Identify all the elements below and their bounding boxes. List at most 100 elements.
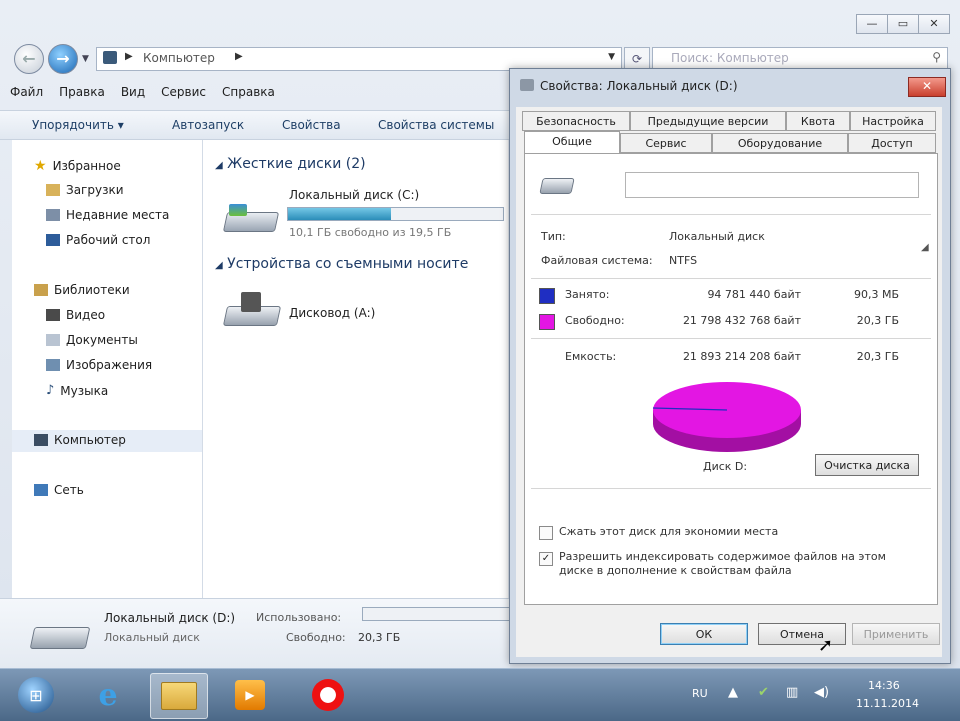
dialog-close-button[interactable]: ✕ (908, 77, 946, 97)
properties-button[interactable]: Свойства (282, 118, 341, 132)
apply-button[interactable]: Применить (852, 623, 940, 645)
maximize-button[interactable]: ▭ (888, 14, 919, 34)
history-dropdown-icon[interactable]: ▼ (82, 54, 89, 64)
compress-checkbox[interactable] (539, 526, 553, 540)
nav-network-label: Сеть (54, 483, 84, 497)
address-dropdown-icon[interactable]: ▼ (608, 52, 615, 62)
capacity-label: Емкость: (565, 350, 617, 363)
network-icon (34, 484, 48, 496)
separator (531, 214, 931, 215)
nav-images-label: Изображения (66, 358, 153, 372)
disk-cleanup-button[interactable]: Очистка диска (815, 454, 919, 476)
media-player-icon: ▶ (235, 680, 265, 710)
language-indicator[interactable]: RU (692, 687, 708, 700)
autoplay-button[interactable]: Автозапуск (172, 118, 244, 132)
drive-small-icon (520, 79, 534, 91)
nav-computer[interactable]: Компьютер (34, 433, 126, 447)
used-size: 90,3 МБ (853, 288, 899, 301)
capacity-bytes: 21 893 214 208 байт (682, 350, 801, 363)
index-label[interactable]: Разрешить индексировать содержимое файло… (559, 550, 919, 578)
group-removable-header[interactable]: ◢ Устройства со съемными носите (215, 256, 468, 272)
update-icon[interactable]: ✔ (758, 685, 769, 700)
system-tray: RU ▲ ✔ ▥ ◀) 14:36 11.11.2014 (692, 669, 952, 721)
group-hdd-label: Жесткие диски (2) (227, 156, 366, 172)
tab-general[interactable]: Общие (524, 131, 620, 154)
tab-previous-versions[interactable]: Предыдущие версии (630, 111, 786, 131)
filesystem-label: Файловая система: (541, 254, 653, 267)
nav-network[interactable]: Сеть (34, 483, 84, 497)
details-used-label: Использовано: (256, 611, 342, 624)
menu-edit[interactable]: Правка (59, 85, 105, 103)
command-bar: Упорядочить ▾ Автозапуск Свойства Свойст… (0, 110, 510, 140)
drive-c-usage-bar (287, 207, 504, 221)
libraries-icon (34, 284, 48, 296)
close-window-button[interactable]: ✕ (919, 14, 950, 34)
volume-icon[interactable]: ◀) (814, 685, 829, 700)
search-icon[interactable]: ⚲ (932, 50, 941, 64)
nav-images[interactable]: Изображения (46, 358, 152, 372)
refresh-icon: ⟳ (631, 52, 643, 66)
volume-label-input[interactable] (625, 172, 919, 198)
back-button[interactable]: ← (14, 44, 44, 74)
breadcrumb[interactable]: Компьютер (143, 51, 215, 65)
nav-documents-label: Документы (66, 333, 138, 347)
properties-dialog: Свойства: Локальный диск (D:) ✕ Безопасн… (509, 68, 951, 664)
nav-video-label: Видео (66, 308, 106, 322)
menu-view[interactable]: Вид (121, 85, 145, 103)
menu-file[interactable]: Файл (10, 85, 43, 103)
details-pane: Локальный диск (D:) Использовано: Локаль… (0, 598, 510, 669)
organize-button[interactable]: Упорядочить ▾ (32, 118, 124, 132)
music-icon: ♪ (46, 383, 55, 398)
drive-c-name[interactable]: Локальный диск (C:) (289, 188, 419, 202)
windows-logo-icon: ⊞ (18, 677, 54, 713)
tab-sharing[interactable]: Доступ (848, 133, 936, 153)
nav-video[interactable]: Видео (46, 308, 105, 322)
nav-music[interactable]: ♪ Музыка (46, 383, 108, 398)
used-color-swatch (539, 288, 555, 304)
tab-hardware[interactable]: Оборудование (712, 133, 848, 153)
details-drive-type: Локальный диск (104, 631, 200, 644)
video-icon (46, 309, 60, 321)
ok-button[interactable]: ОК (660, 623, 748, 645)
drive-c-free: 10,1 ГБ свободно из 19,5 ГБ (289, 226, 452, 239)
index-checkbox[interactable]: ✓ (539, 552, 553, 566)
taskbar: ⊞ e ▶ RU ▲ ✔ ▥ ◀) 14:36 11.11.2014 (0, 668, 960, 721)
nav-favorites[interactable]: ★ Избранное (34, 158, 121, 174)
forward-button[interactable]: → (48, 44, 78, 74)
tab-security[interactable]: Безопасность (522, 111, 630, 131)
desktop-icon (46, 234, 60, 246)
nav-recent[interactable]: Недавние места (46, 208, 169, 222)
nav-libraries[interactable]: Библиотеки (34, 283, 130, 297)
minimize-button[interactable]: — (856, 14, 888, 34)
taskbar-media-player[interactable]: ▶ (222, 673, 278, 717)
tab-quota[interactable]: Квота (786, 111, 850, 131)
nav-desktop[interactable]: Рабочий стол (46, 233, 150, 247)
taskbar-explorer[interactable] (150, 673, 208, 719)
group-hdd-header[interactable]: ◢ Жесткие диски (2) (215, 156, 366, 172)
floppy-drive-name[interactable]: Дисковод (A:) (289, 306, 375, 320)
nav-recent-label: Недавние места (66, 208, 170, 222)
separator (531, 338, 931, 339)
start-button[interactable]: ⊞ (8, 673, 64, 717)
menu-bar: Файл Правка Вид Сервис Справка (10, 85, 275, 103)
tab-tools[interactable]: Сервис (620, 133, 712, 153)
menu-help[interactable]: Справка (222, 85, 275, 103)
menu-tools[interactable]: Сервис (161, 85, 206, 103)
system-properties-button[interactable]: Свойства системы (378, 118, 494, 132)
clock-time[interactable]: 14:36 (868, 679, 900, 692)
drive-c-icon[interactable] (222, 202, 280, 236)
clock-date[interactable]: 11.11.2014 (856, 697, 919, 710)
drive-icon (539, 178, 575, 194)
nav-downloads[interactable]: Загрузки (46, 183, 124, 197)
taskbar-internet-explorer[interactable]: e (80, 673, 136, 717)
floppy-drive-icon[interactable] (222, 292, 282, 326)
network-tray-icon[interactable]: ▥ (786, 685, 798, 700)
tray-expand-icon[interactable]: ▲ (728, 685, 738, 700)
nav-documents[interactable]: Документы (46, 333, 138, 347)
compress-label[interactable]: Сжать этот диск для экономии места (559, 525, 778, 538)
breadcrumb-chevron-icon[interactable]: ▶ (235, 51, 243, 62)
used-label: Занято: (565, 288, 610, 301)
recent-places-icon (46, 209, 60, 221)
tab-customize[interactable]: Настройка (850, 111, 936, 131)
taskbar-opera[interactable] (300, 673, 356, 717)
